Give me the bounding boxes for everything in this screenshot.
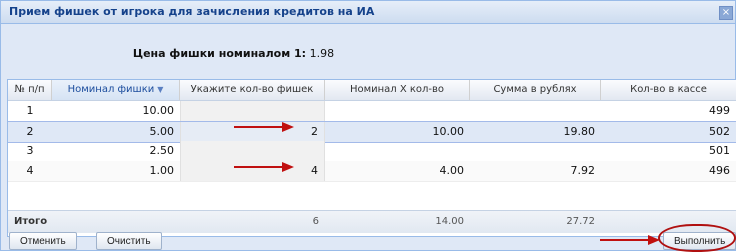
chip-price: Цена фишки номиналом 1: 1.98	[1, 47, 466, 60]
cell-sum	[470, 101, 601, 121]
table-row[interactable]: 4 1.00 4 4.00 7.92 496	[8, 161, 736, 182]
column-header-count[interactable]: Укажите кол-во фишек	[180, 80, 325, 100]
arrow-annotation-icon	[234, 162, 294, 172]
cancel-button[interactable]: Отменить	[9, 232, 77, 250]
sort-down-icon: ▼	[157, 85, 164, 94]
cell-sum: 19.80	[563, 125, 596, 138]
cell-cash: 502	[709, 125, 730, 138]
column-header-sum[interactable]: Сумма в рублях	[470, 80, 601, 100]
cell-sum: 7.92	[570, 164, 596, 177]
column-header-nominal-label: Номинал фишки	[67, 84, 155, 95]
cell-cash: 499	[709, 104, 730, 117]
table-row[interactable]: 3 2.50 501	[8, 141, 736, 162]
cell-product	[325, 141, 470, 161]
cell-product: 4.00	[439, 164, 465, 177]
column-header-nominal[interactable]: Номинал фишки ▼	[52, 80, 180, 100]
cell-cash: 501	[709, 144, 730, 157]
cell-nominal: 10.00	[142, 104, 175, 117]
dialog-titlebar[interactable]: Прием фишек от игрока для зачисления кре…	[1, 1, 735, 24]
close-icon[interactable]: ×	[719, 6, 733, 20]
chip-price-value: 1.98	[309, 47, 335, 60]
cell-index: 2	[26, 125, 34, 138]
cell-count-input[interactable]	[180, 101, 325, 121]
cell-index: 4	[26, 164, 34, 177]
totals-sum: 27.72	[566, 216, 595, 227]
clear-button[interactable]: Очистить	[96, 232, 162, 250]
cell-nominal: 2.50	[149, 144, 175, 157]
column-header-product[interactable]: Номинал Х кол-во	[325, 80, 470, 100]
grid-header: № п/п Номинал фишки ▼ Укажите кол-во фише…	[8, 80, 736, 101]
chips-grid: № п/п Номинал фишки ▼ Укажите кол-во фише…	[7, 79, 736, 237]
totals-row: Итого 6 14.00 27.72	[8, 210, 736, 233]
dialog-window: Прием фишек от игрока для зачисления кре…	[0, 0, 736, 251]
dialog-title: Прием фишек от игрока для зачисления кре…	[9, 5, 375, 18]
cell-nominal: 1.00	[149, 164, 175, 177]
totals-label: Итого	[14, 216, 48, 227]
cell-product	[325, 101, 470, 121]
arrow-annotation-icon	[600, 235, 660, 245]
cell-product: 10.00	[432, 125, 465, 138]
cell-index: 3	[26, 144, 34, 157]
totals-product: 14.00	[435, 216, 464, 227]
totals-count: 6	[312, 216, 319, 227]
table-row[interactable]: 1 10.00 499	[8, 101, 736, 122]
column-header-index[interactable]: № п/п	[8, 80, 52, 100]
cell-count-input[interactable]	[180, 141, 325, 161]
cell-cash: 496	[709, 164, 730, 177]
chip-price-label: Цена фишки номиналом 1:	[132, 47, 307, 60]
table-row[interactable]: 2 5.00 2 10.00 19.80 502	[8, 121, 736, 143]
cell-nominal: 5.00	[149, 125, 175, 138]
column-header-cash[interactable]: Кол-во в кассе	[601, 80, 736, 100]
arrow-annotation-icon	[234, 122, 294, 132]
highlight-ring	[658, 224, 736, 252]
cell-sum	[470, 141, 601, 161]
cell-index: 1	[26, 104, 34, 117]
